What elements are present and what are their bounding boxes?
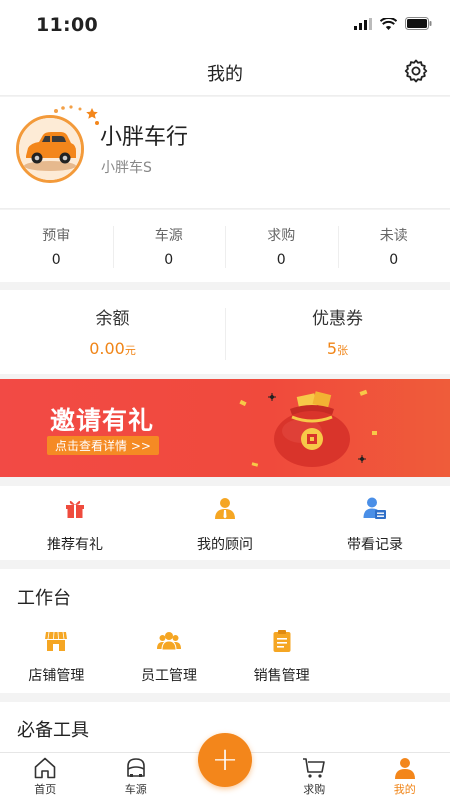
tab-label: 求购 — [303, 783, 326, 796]
viewing-records-button[interactable]: 带看记录 — [300, 486, 450, 560]
tools-title: 必备工具 — [17, 720, 89, 741]
stat-preaudit[interactable]: 预审 0 — [0, 210, 113, 282]
quick-actions: 推荐有礼 我的顾问 带看记录 — [0, 486, 450, 560]
stat-label: 求购 — [267, 228, 296, 244]
stat-label: 未读 — [379, 228, 408, 244]
banner-title: 邀请有礼 — [50, 406, 155, 435]
stat-purchase-request[interactable]: 求购 0 — [225, 210, 338, 282]
stats-row: 预审 0 车源 0 求购 0 未读 0 — [0, 210, 450, 282]
page-title: 我的 — [207, 64, 243, 85]
tab-mine[interactable]: 我的 — [360, 753, 450, 800]
wallet-row: 余额 0.00元 优惠券 5张 — [0, 290, 450, 374]
stat-value: 0 — [389, 252, 399, 268]
plus-icon: + — [211, 740, 239, 778]
record-icon — [363, 497, 386, 519]
balance-cell[interactable]: 余额 0.00元 — [0, 290, 225, 374]
workbench-item-label: 销售管理 — [253, 668, 310, 684]
staff-management-button[interactable]: 员工管理 — [113, 627, 226, 687]
gift-icon — [66, 500, 84, 518]
user-icon — [394, 758, 415, 779]
avatar[interactable] — [16, 105, 99, 191]
balance-label: 余额 — [95, 309, 130, 329]
coupon-unit: 张 — [337, 344, 349, 357]
advisor-icon — [215, 498, 235, 519]
coupon-label: 优惠券 — [312, 309, 363, 329]
status-time: 11:00 — [36, 14, 98, 36]
balance-amount: 0.00 — [89, 339, 125, 358]
wifi-icon — [380, 17, 397, 30]
workbench-item-label: 店铺管理 — [28, 668, 85, 684]
store-name: 小胖车行 — [100, 125, 189, 150]
balance-value: 0.00元 — [0, 339, 225, 358]
store-management-button[interactable]: 店铺管理 — [0, 627, 113, 687]
stat-car-source[interactable]: 车源 0 — [112, 210, 226, 282]
quick-action-label: 我的顾问 — [197, 537, 253, 553]
banner-details-button[interactable]: 点击查看详情 >> — [47, 436, 159, 455]
gear-icon[interactable] — [404, 59, 428, 83]
status-icons — [354, 17, 432, 30]
tab-purchase-request[interactable]: 求购 — [269, 753, 360, 800]
stat-value: 0 — [276, 252, 286, 268]
stat-label: 车源 — [154, 228, 183, 244]
car-icon — [126, 758, 145, 777]
tab-label: 车源 — [124, 783, 147, 796]
cart-icon — [303, 758, 326, 778]
store-icon — [45, 631, 68, 651]
invite-banner[interactable]: 邀请有礼 点击查看详情 >> — [0, 379, 450, 477]
tab-label: 我的 — [393, 783, 416, 796]
profile-card[interactable]: 小胖车行 小胖车S — [0, 97, 450, 209]
workbench-items: 店铺管理 员工管理 销售管理 — [0, 627, 338, 687]
tab-home[interactable]: 首页 — [0, 753, 91, 800]
coupon-count: 5 — [326, 339, 338, 358]
tab-label: 首页 — [34, 783, 57, 796]
sales-management-button[interactable]: 销售管理 — [225, 627, 338, 687]
staff-icon — [157, 632, 181, 651]
balance-unit: 元 — [124, 344, 136, 357]
home-icon — [34, 757, 56, 779]
quick-action-label: 带看记录 — [347, 537, 403, 553]
coupon-cell[interactable]: 优惠券 5张 — [225, 290, 450, 374]
stat-unread[interactable]: 未读 0 — [337, 210, 450, 282]
store-subtitle: 小胖车S — [101, 160, 152, 176]
workbench-section: 工作台 店铺管理 员工管理 销售管理 — [0, 569, 450, 693]
battery-icon — [405, 17, 432, 30]
stat-label: 预审 — [42, 228, 71, 244]
nav-bar: 我的 — [0, 48, 450, 96]
stat-value: 0 — [51, 252, 61, 268]
referral-reward-button[interactable]: 推荐有礼 — [0, 486, 150, 560]
workbench-item-label: 员工管理 — [141, 668, 197, 684]
workbench-title: 工作台 — [17, 588, 71, 609]
signal-icon — [354, 17, 372, 30]
quick-action-label: 推荐有礼 — [47, 537, 103, 553]
publish-fab-button[interactable]: + — [198, 733, 252, 787]
clipboard-icon — [273, 630, 291, 652]
lucky-bag-icon — [239, 389, 377, 467]
stat-value: 0 — [164, 252, 174, 268]
status-bar: 11:00 — [0, 0, 450, 48]
coupon-value: 5张 — [225, 339, 450, 358]
my-advisor-button[interactable]: 我的顾问 — [150, 486, 300, 560]
tab-car-source[interactable]: 车源 — [91, 753, 182, 800]
